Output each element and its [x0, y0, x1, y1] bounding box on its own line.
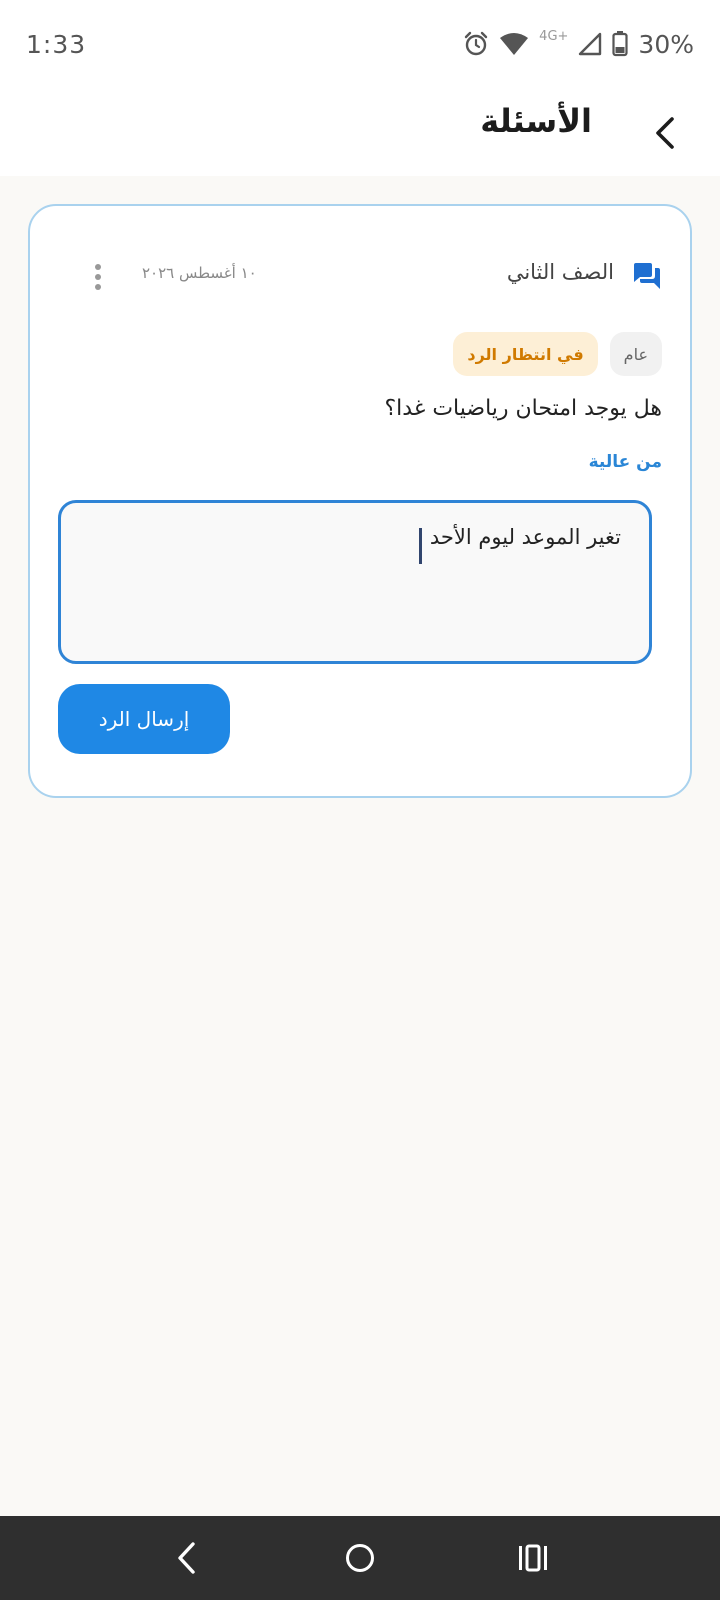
question-card: الصف الثاني ١٠ أغسطس ٢٠٢٦ عام في انتظار … — [28, 204, 692, 798]
question-text: هل يوجد امتحان رياضيات غدا؟ — [384, 396, 663, 421]
battery-icon — [612, 31, 629, 57]
network-type-label: 4G+ — [539, 28, 569, 44]
nav-back-icon — [177, 1542, 195, 1574]
send-reply-button[interactable]: إرسال الرد — [58, 684, 230, 754]
card-header: الصف الثاني ١٠ أغسطس ٢٠٢٦ — [30, 252, 690, 302]
nav-recents-icon — [519, 1544, 548, 1572]
app-bar: الأسئلة — [0, 88, 720, 176]
system-nav-bar — [0, 1516, 720, 1600]
status-bar: 1:33 4G+ 30% — [0, 0, 720, 88]
nav-back-button[interactable] — [157, 1528, 217, 1588]
battery-percent: 30% — [638, 29, 694, 59]
nav-recents-button[interactable] — [503, 1528, 563, 1588]
chat-icon — [632, 262, 662, 294]
more-vertical-icon — [95, 264, 101, 290]
nav-home-icon — [345, 1544, 374, 1572]
category-tag: عام — [609, 332, 662, 376]
reply-input[interactable] — [58, 500, 652, 664]
more-options-button[interactable] — [86, 260, 110, 294]
status-icons: 4G+ 30% — [463, 28, 694, 59]
back-button[interactable] — [640, 108, 690, 158]
asker-name: من عالية — [588, 452, 662, 472]
tag-row: عام في انتظار الرد — [453, 332, 662, 376]
chevron-left-icon — [656, 117, 674, 149]
nav-home-button[interactable] — [330, 1528, 390, 1588]
status-badge: في انتظار الرد — [453, 332, 598, 376]
question-date: ١٠ أغسطس ٢٠٢٦ — [142, 264, 257, 282]
signal-icon — [578, 32, 602, 56]
page-title: الأسئلة — [480, 102, 592, 140]
status-time: 1:33 — [26, 29, 87, 59]
text-cursor — [419, 528, 422, 564]
content-area: الصف الثاني ١٠ أغسطس ٢٠٢٦ عام في انتظار … — [0, 176, 720, 1516]
class-name: الصف الثاني — [506, 260, 614, 284]
wifi-icon — [499, 32, 529, 56]
alarm-icon — [463, 31, 489, 57]
